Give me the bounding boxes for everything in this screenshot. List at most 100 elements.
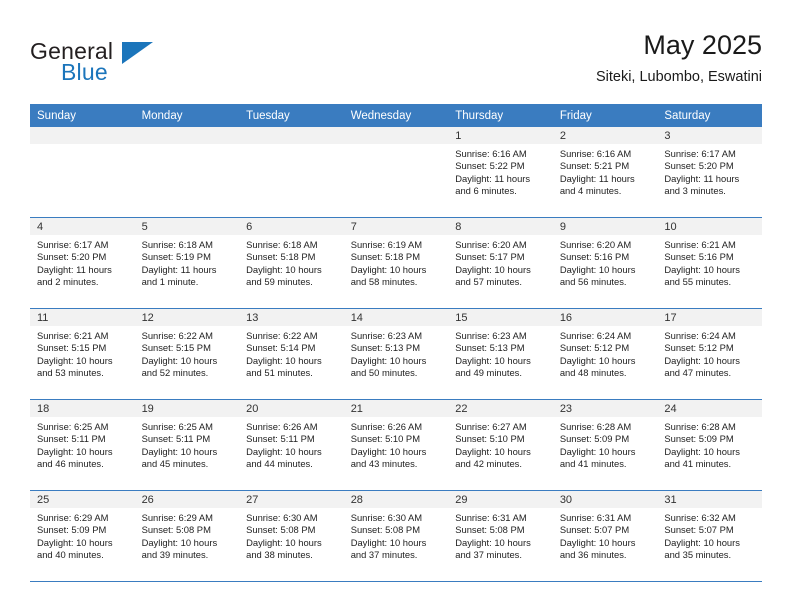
day-cell[interactable]: 24 Sunrise: 6:28 AM Sunset: 5:09 PM Dayligh… bbox=[657, 400, 762, 490]
daylight-text-line2: and 3 minutes. bbox=[664, 184, 726, 196]
day-number: 5 bbox=[134, 218, 240, 235]
day-details: Sunrise: 6:22 AM Sunset: 5:15 PM Daylight:… bbox=[135, 326, 240, 379]
day-number: 29 bbox=[448, 491, 553, 508]
calendar-day-cell: 30 Sunrise: 6:31 AM Sunset: 5:07 PM Dayligh… bbox=[552, 490, 658, 582]
daylight-text-line1: Daylight: 10 hours bbox=[664, 263, 740, 275]
day-number: 17 bbox=[657, 309, 762, 326]
day-details: Sunrise: 6:17 AM Sunset: 5:20 PM Daylight:… bbox=[30, 235, 135, 288]
day-cell[interactable]: 21 Sunrise: 6:26 AM Sunset: 5:10 PM Dayligh… bbox=[343, 400, 449, 490]
weekday-header-thursday: Thursday bbox=[448, 104, 553, 127]
sunset-text: Sunset: 5:10 PM bbox=[350, 433, 420, 445]
day-number: 26 bbox=[134, 491, 240, 508]
day-cell[interactable]: 19 Sunrise: 6:25 AM Sunset: 5:11 PM Dayligh… bbox=[134, 400, 240, 490]
day-cell-empty bbox=[134, 127, 240, 217]
day-cell[interactable]: 11 Sunrise: 6:21 AM Sunset: 5:15 PM Dayligh… bbox=[30, 309, 135, 399]
day-details: Sunrise: 6:31 AM Sunset: 5:08 PM Daylight:… bbox=[448, 508, 553, 561]
day-cell[interactable]: 27 Sunrise: 6:30 AM Sunset: 5:08 PM Dayligh… bbox=[239, 491, 344, 581]
day-details: Sunrise: 6:27 AM Sunset: 5:10 PM Daylight:… bbox=[448, 417, 553, 470]
day-details: Sunrise: 6:17 AM Sunset: 5:20 PM Daylight:… bbox=[657, 144, 762, 197]
daylight-text-line1: Daylight: 10 hours bbox=[37, 354, 113, 366]
calendar-day-cell: 28 Sunrise: 6:30 AM Sunset: 5:08 PM Dayligh… bbox=[343, 490, 449, 582]
daylight-text-line2: and 2 minutes. bbox=[37, 275, 99, 287]
calendar-day-cell: 24 Sunrise: 6:28 AM Sunset: 5:09 PM Dayligh… bbox=[657, 399, 762, 491]
page-title: May 2025 bbox=[643, 30, 762, 60]
weekday-header-row: Sunday Monday Tuesday Wednesday Thursday… bbox=[30, 104, 762, 127]
daylight-text-line2: and 49 minutes. bbox=[455, 366, 522, 378]
daylight-text-line1: Daylight: 10 hours bbox=[246, 536, 322, 548]
day-cell[interactable]: 15 Sunrise: 6:23 AM Sunset: 5:13 PM Dayligh… bbox=[448, 309, 553, 399]
daylight-text-line2: and 1 minute. bbox=[141, 275, 199, 287]
sunrise-text: Sunrise: 6:16 AM bbox=[455, 148, 527, 159]
day-details: Sunrise: 6:21 AM Sunset: 5:16 PM Daylight:… bbox=[657, 235, 762, 288]
day-cell[interactable]: 23 Sunrise: 6:28 AM Sunset: 5:09 PM Dayligh… bbox=[552, 400, 658, 490]
day-cell[interactable]: 31 Sunrise: 6:32 AM Sunset: 5:07 PM Dayligh… bbox=[657, 491, 762, 581]
daylight-text-line2: and 43 minutes. bbox=[350, 457, 418, 469]
day-cell[interactable]: 18 Sunrise: 6:25 AM Sunset: 5:11 PM Dayligh… bbox=[30, 400, 135, 490]
daylight-text-line1: Daylight: 10 hours bbox=[350, 263, 427, 275]
calendar-day-cell: 11 Sunrise: 6:21 AM Sunset: 5:15 PM Dayligh… bbox=[30, 308, 135, 400]
day-details: Sunrise: 6:24 AM Sunset: 5:12 PM Daylight:… bbox=[657, 326, 762, 379]
day-cell[interactable]: 26 Sunrise: 6:29 AM Sunset: 5:08 PM Dayligh… bbox=[134, 491, 240, 581]
daylight-text-line1: Daylight: 10 hours bbox=[455, 445, 531, 457]
calendar-day-cell: 12 Sunrise: 6:22 AM Sunset: 5:15 PM Dayligh… bbox=[134, 308, 240, 400]
daylight-text-line2: and 50 minutes. bbox=[350, 366, 418, 378]
sunset-text: Sunset: 5:20 PM bbox=[37, 251, 107, 263]
daylight-text-line1: Daylight: 10 hours bbox=[664, 354, 740, 366]
day-cell[interactable]: 29 Sunrise: 6:31 AM Sunset: 5:08 PM Dayligh… bbox=[448, 491, 553, 581]
daylight-text-line1: Daylight: 10 hours bbox=[350, 445, 427, 457]
daylight-text-line1: Daylight: 10 hours bbox=[141, 536, 218, 548]
day-cell[interactable]: 13 Sunrise: 6:22 AM Sunset: 5:14 PM Dayligh… bbox=[239, 309, 344, 399]
day-cell[interactable]: 22 Sunrise: 6:27 AM Sunset: 5:10 PM Dayligh… bbox=[448, 400, 553, 490]
day-cell[interactable]: 20 Sunrise: 6:26 AM Sunset: 5:11 PM Dayligh… bbox=[239, 400, 344, 490]
sunset-text: Sunset: 5:08 PM bbox=[350, 524, 420, 536]
daylight-text-line1: Daylight: 10 hours bbox=[559, 263, 636, 275]
day-cell[interactable]: 16 Sunrise: 6:24 AM Sunset: 5:12 PM Dayligh… bbox=[552, 309, 658, 399]
calendar-day-cell: 10 Sunrise: 6:21 AM Sunset: 5:16 PM Dayligh… bbox=[657, 217, 762, 309]
day-cell[interactable]: 28 Sunrise: 6:30 AM Sunset: 5:08 PM Dayligh… bbox=[343, 491, 449, 581]
day-number: 14 bbox=[343, 309, 449, 326]
day-number: 27 bbox=[239, 491, 344, 508]
brand-logo[interactable]: General Blue bbox=[30, 38, 160, 90]
daylight-text-line2: and 35 minutes. bbox=[664, 548, 732, 560]
day-cell[interactable]: 14 Sunrise: 6:23 AM Sunset: 5:13 PM Dayligh… bbox=[343, 309, 449, 399]
day-cell[interactable]: 3 Sunrise: 6:17 AM Sunset: 5:20 PM Daylight… bbox=[657, 127, 762, 217]
calendar-day-cell: 8 Sunrise: 6:20 AM Sunset: 5:17 PM Daylight… bbox=[448, 217, 553, 309]
day-cell[interactable]: 10 Sunrise: 6:21 AM Sunset: 5:16 PM Dayligh… bbox=[657, 218, 762, 308]
sunrise-text: Sunrise: 6:21 AM bbox=[664, 239, 736, 250]
location-subtitle: Siteki, Lubombo, Eswatini bbox=[595, 69, 762, 85]
calendar-day-cell: 15 Sunrise: 6:23 AM Sunset: 5:13 PM Dayligh… bbox=[448, 308, 553, 400]
day-cell[interactable]: 7 Sunrise: 6:19 AM Sunset: 5:18 PM Daylight… bbox=[343, 218, 449, 308]
day-cell[interactable]: 1 Sunrise: 6:16 AM Sunset: 5:22 PM Daylight… bbox=[448, 127, 553, 217]
day-details: Sunrise: 6:21 AM Sunset: 5:15 PM Daylight:… bbox=[30, 326, 135, 379]
day-number: 25 bbox=[30, 491, 135, 508]
day-cell[interactable]: 30 Sunrise: 6:31 AM Sunset: 5:07 PM Dayligh… bbox=[552, 491, 658, 581]
day-cell[interactable]: 9 Sunrise: 6:20 AM Sunset: 5:16 PM Daylight… bbox=[552, 218, 658, 308]
day-cell[interactable]: 25 Sunrise: 6:29 AM Sunset: 5:09 PM Dayligh… bbox=[30, 491, 135, 581]
day-number: 6 bbox=[239, 218, 344, 235]
day-cell[interactable]: 6 Sunrise: 6:18 AM Sunset: 5:18 PM Daylight… bbox=[239, 218, 344, 308]
day-cell[interactable]: 8 Sunrise: 6:20 AM Sunset: 5:17 PM Daylight… bbox=[448, 218, 553, 308]
day-number: 9 bbox=[552, 218, 658, 235]
sunrise-text: Sunrise: 6:20 AM bbox=[559, 239, 632, 250]
daylight-text-line2: and 44 minutes. bbox=[246, 457, 313, 469]
day-cell[interactable]: 12 Sunrise: 6:22 AM Sunset: 5:15 PM Dayligh… bbox=[134, 309, 240, 399]
sunrise-text: Sunrise: 6:24 AM bbox=[559, 330, 632, 341]
sunset-text: Sunset: 5:18 PM bbox=[350, 251, 420, 263]
calendar-day-cell: 21 Sunrise: 6:26 AM Sunset: 5:10 PM Dayligh… bbox=[343, 399, 449, 491]
day-cell[interactable]: 5 Sunrise: 6:18 AM Sunset: 5:19 PM Daylight… bbox=[134, 218, 240, 308]
calendar-day-cell: 29 Sunrise: 6:31 AM Sunset: 5:08 PM Dayligh… bbox=[448, 490, 553, 582]
day-cell[interactable]: 17 Sunrise: 6:24 AM Sunset: 5:12 PM Dayligh… bbox=[657, 309, 762, 399]
day-details: Sunrise: 6:26 AM Sunset: 5:11 PM Daylight:… bbox=[239, 417, 344, 470]
day-cell[interactable]: 2 Sunrise: 6:16 AM Sunset: 5:21 PM Daylight… bbox=[552, 127, 658, 217]
calendar-day-cell: 22 Sunrise: 6:27 AM Sunset: 5:10 PM Dayligh… bbox=[448, 399, 553, 491]
daylight-text-line1: Daylight: 10 hours bbox=[455, 354, 531, 366]
calendar-day-cell: 17 Sunrise: 6:24 AM Sunset: 5:12 PM Dayligh… bbox=[657, 308, 762, 400]
sunset-text: Sunset: 5:12 PM bbox=[664, 342, 734, 354]
day-number: 12 bbox=[134, 309, 240, 326]
daylight-text-line1: Daylight: 10 hours bbox=[246, 263, 322, 275]
day-cell[interactable]: 4 Sunrise: 6:17 AM Sunset: 5:20 PM Daylight… bbox=[30, 218, 135, 308]
sunset-text: Sunset: 5:15 PM bbox=[37, 342, 107, 354]
sunrise-text: Sunrise: 6:17 AM bbox=[37, 239, 109, 250]
daylight-text-line1: Daylight: 11 hours bbox=[664, 172, 740, 184]
day-details: Sunrise: 6:28 AM Sunset: 5:09 PM Daylight:… bbox=[553, 417, 658, 470]
